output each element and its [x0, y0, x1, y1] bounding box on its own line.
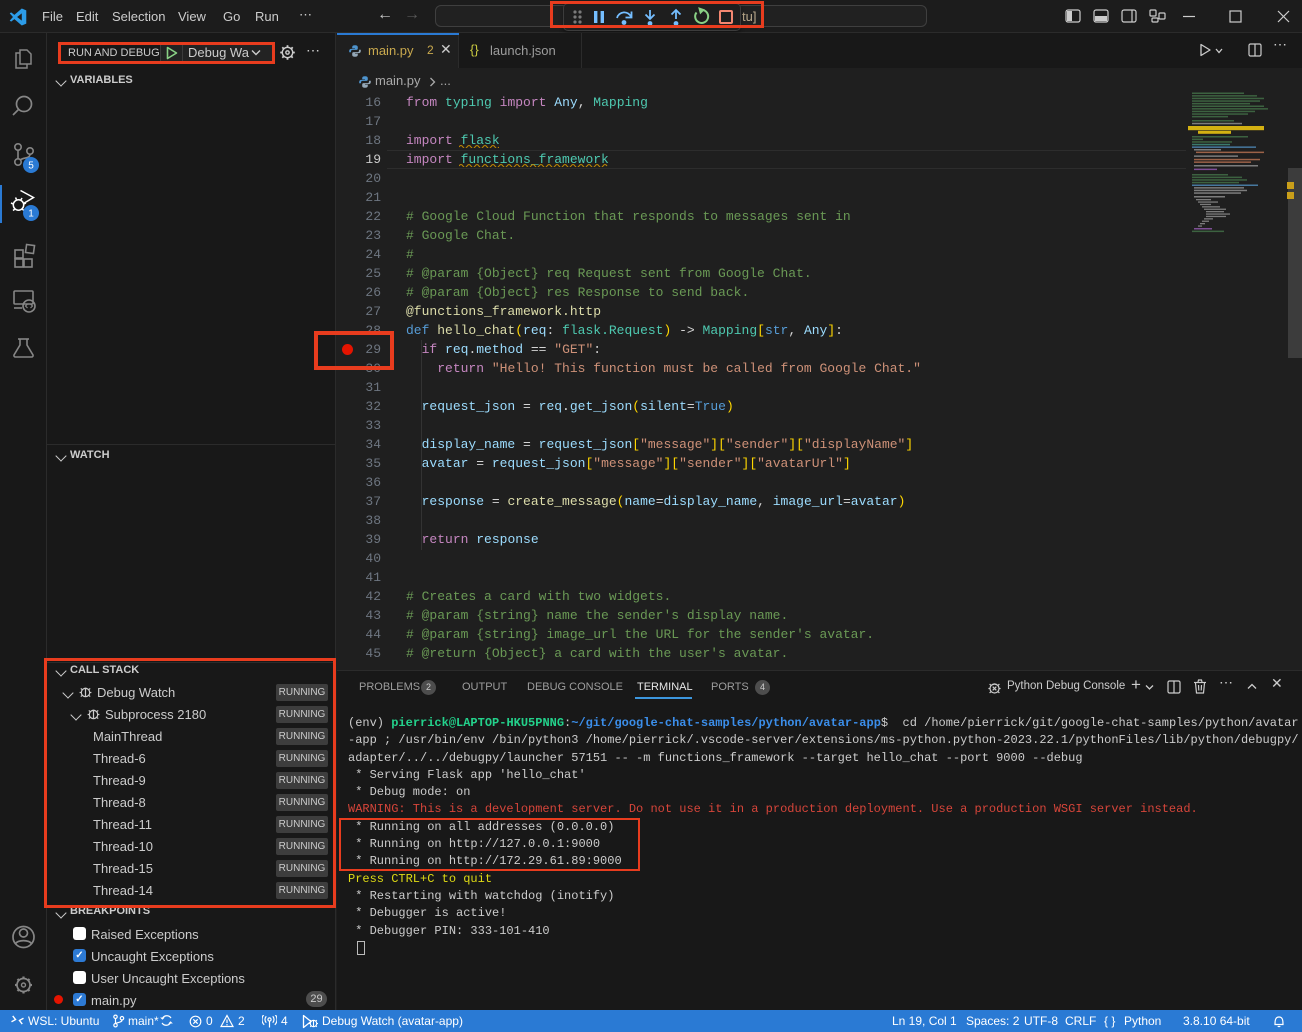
svg-text:1: 1	[28, 209, 34, 220]
svg-text:5: 5	[28, 161, 34, 172]
